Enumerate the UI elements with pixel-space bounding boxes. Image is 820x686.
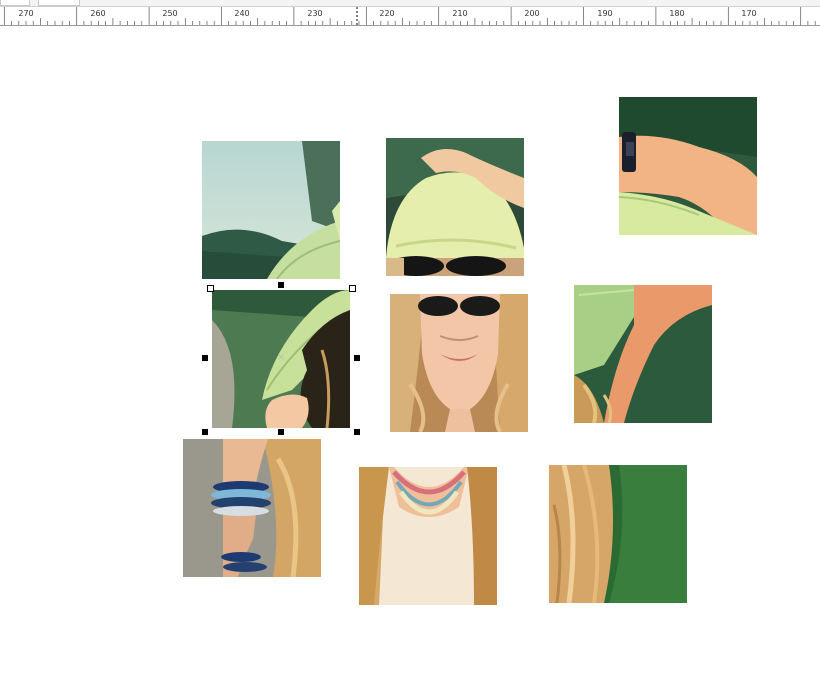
ruler-label: 230 — [307, 9, 323, 18]
photo-tile-necklace[interactable] — [359, 467, 497, 605]
ruler-label: 200 — [524, 9, 540, 18]
photo-tile-hat-arm[interactable] — [574, 285, 712, 423]
photo-tile-arm-watch[interactable] — [619, 97, 757, 235]
ruler-label: 210 — [452, 9, 468, 18]
selection-center-x-icon[interactable]: × — [277, 353, 285, 363]
resize-handle-top[interactable] — [278, 282, 284, 288]
property-bar — [0, 0, 820, 7]
drawing-canvas[interactable]: × — [0, 26, 820, 686]
zoom-field[interactable] — [38, 0, 80, 6]
ruler-label: 270 — [18, 9, 34, 18]
ruler-label: 240 — [234, 9, 250, 18]
ruler-label: 170 — [741, 9, 757, 18]
photo-tile-face[interactable] — [390, 294, 528, 432]
resize-handle-bottom-left[interactable] — [202, 429, 208, 435]
ruler-label: 190 — [597, 9, 613, 18]
resize-handle-top-right[interactable] — [349, 285, 356, 292]
resize-handle-top-left[interactable] — [207, 285, 214, 292]
photo-tile-hair-grass[interactable] — [549, 465, 687, 603]
ruler-label: 180 — [669, 9, 685, 18]
ruler-label: 220 — [379, 9, 395, 18]
photo-tile-bracelets[interactable] — [183, 439, 321, 577]
photo-tile-hat-hand[interactable] — [386, 138, 524, 276]
nudge-field[interactable] — [0, 0, 30, 6]
resize-handle-bottom-right[interactable] — [354, 429, 360, 435]
ruler-label: 260 — [90, 9, 106, 18]
resize-handle-left[interactable] — [202, 355, 208, 361]
ruler-ticks — [3, 7, 816, 25]
resize-handle-bottom[interactable] — [278, 429, 284, 435]
horizontal-ruler[interactable]: 270 260 250 240 230 220 210 200 190 180 … — [0, 7, 820, 26]
resize-handle-right[interactable] — [354, 355, 360, 361]
photo-tile-sky-hat[interactable] — [202, 141, 340, 279]
ruler-label: 250 — [162, 9, 178, 18]
